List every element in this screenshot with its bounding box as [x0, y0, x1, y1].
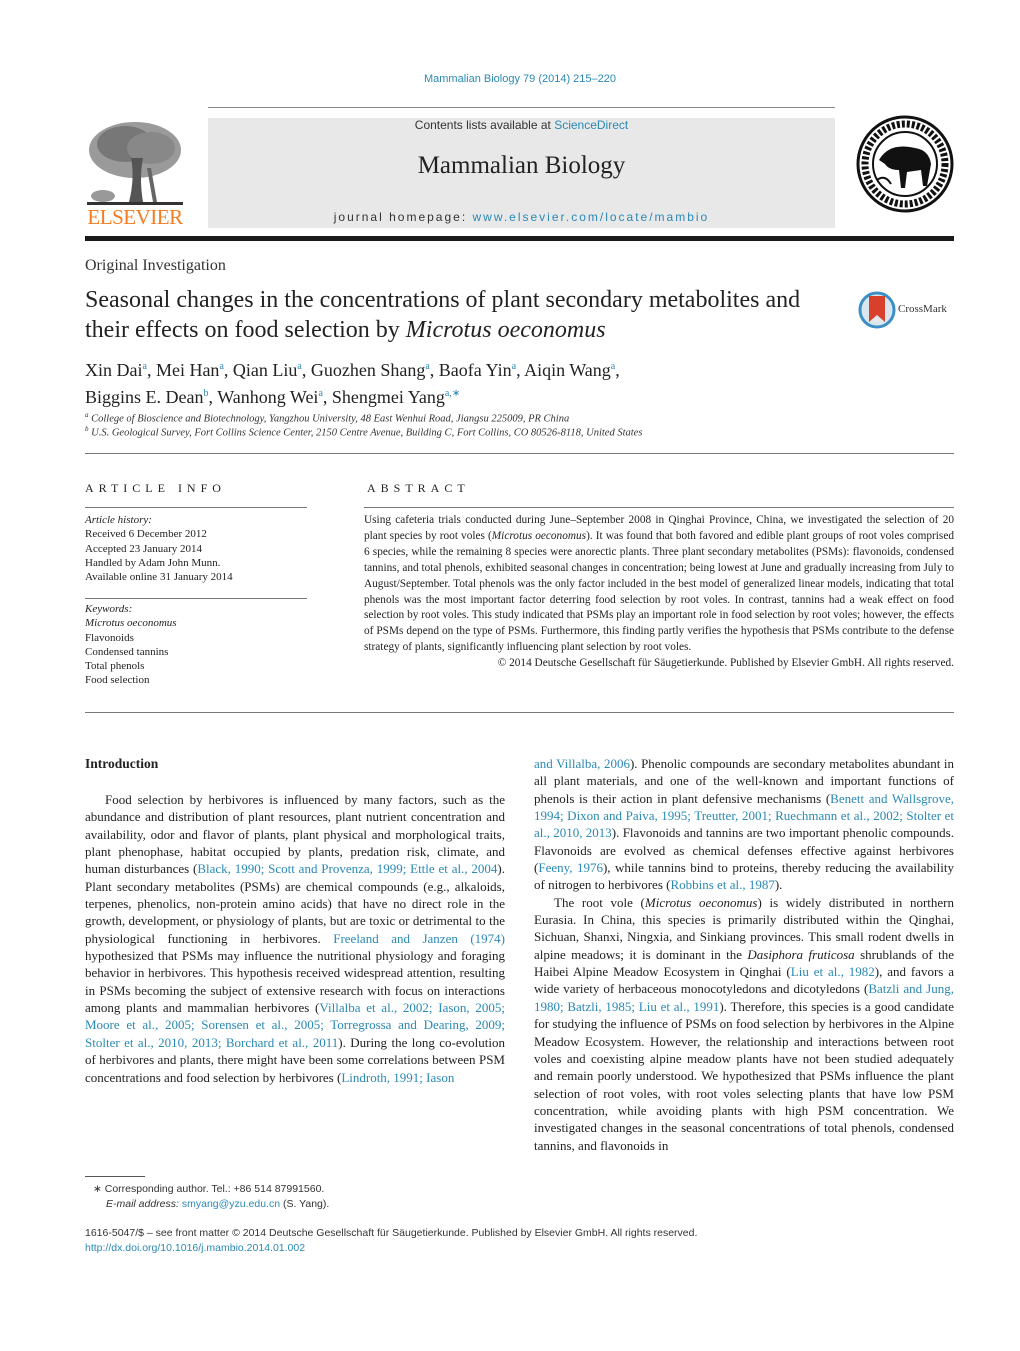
homepage-line: journal homepage: www.elsevier.com/locat…: [208, 210, 835, 224]
article-type: Original Investigation: [85, 257, 226, 274]
article-title-species: Microtus oeconomus: [405, 317, 606, 343]
intro-paragraph: The root vole (Microtus oeconomus) is wi…: [534, 894, 954, 1154]
history-item: Handled by Adam John Munn.: [85, 556, 221, 569]
affiliation-text: College of Bioscience and Biotechnology,…: [91, 413, 570, 425]
author-list: Xin Daia, Mei Hana, Qian Liua, Guozhen S…: [85, 355, 845, 409]
author-name[interactable]: Biggins E. Dean: [85, 387, 204, 407]
keywords: Keywords: Microtus oeconomus Flavonoids …: [85, 602, 310, 688]
title-divider: [85, 453, 954, 454]
journal-reference[interactable]: Mammalian Biology 79 (2014) 215–220: [0, 73, 1020, 85]
citation-link[interactable]: Robbins et al., 1987: [670, 877, 774, 892]
body-text: ).: [774, 877, 783, 893]
header-divider: [85, 236, 954, 241]
homepage-prefix: journal homepage:: [333, 210, 473, 224]
author-name[interactable]: Shengmei Yang: [332, 387, 445, 407]
elsevier-wordmark: ELSEVIER: [87, 205, 183, 229]
keyword-item: Total phenols: [85, 660, 145, 673]
author-separator: ,: [429, 360, 439, 380]
author-affiliation-mark[interactable]: a,∗: [445, 388, 460, 399]
species-name: Microtus oeconomus: [644, 894, 758, 910]
author-name[interactable]: Qian Liu: [233, 360, 298, 380]
body-text: The root vole (: [554, 894, 645, 910]
email-suffix: (S. Yang).: [280, 1198, 330, 1210]
author-separator: ,: [146, 360, 156, 380]
society-seal-icon: [855, 114, 955, 214]
homepage-link[interactable]: www.elsevier.com/locate/mambio: [473, 210, 710, 224]
article-title: Seasonal changes in the concentrations o…: [85, 285, 845, 345]
author-name[interactable]: Xin Dai: [85, 360, 143, 380]
citation-link[interactable]: Lindroth, 1991; Iason: [341, 1070, 454, 1085]
keywords-label: Keywords:: [85, 603, 133, 615]
keyword-item: Condensed tannins: [85, 645, 169, 658]
article-history: Article history: Received 6 December 201…: [85, 513, 310, 584]
affiliation-b: b U.S. Geological Survey, Fort Collins S…: [85, 425, 945, 439]
abstract-rule: [364, 507, 954, 508]
citation-link[interactable]: Freeland and Janzen (1974): [333, 931, 505, 946]
intro-right-column: and Villalba, 2006). Phenolic compounds …: [534, 755, 954, 1154]
footnote-rule: [85, 1176, 145, 1177]
keyword-item: Flavonoids: [85, 631, 134, 644]
author-separator: ,: [516, 360, 525, 380]
corresponding-author-footnote: ∗ Corresponding author. Tel.: +86 514 87…: [85, 1182, 505, 1212]
page-footer: 1616-5047/$ – see front matter © 2014 De…: [85, 1226, 955, 1256]
author-name[interactable]: Guozhen Shang: [311, 360, 425, 380]
citation-link[interactable]: Liu et al., 1982: [791, 964, 875, 979]
abstract-copyright: © 2014 Deutsche Gesellschaft für Säugeti…: [497, 657, 954, 670]
history-item: Available online 31 January 2014: [85, 571, 233, 584]
introduction-heading: Introduction: [85, 756, 159, 771]
keyword-item: Microtus oeconomus: [85, 617, 177, 630]
contents-prefix: Contents lists available at: [414, 118, 555, 132]
affiliation-key: b: [85, 425, 89, 433]
keywords-rule: [85, 598, 307, 599]
footnote-text: Corresponding author. Tel.: +86 514 8799…: [104, 1183, 325, 1195]
crossmark-icon: [858, 291, 896, 329]
body-text: ). Therefore, this species is a good can…: [534, 998, 954, 1153]
author-separator: ,: [615, 360, 620, 380]
doi-link[interactable]: http://dx.doi.org/10.1016/j.mambio.2014.…: [85, 1241, 955, 1256]
author-name[interactable]: Aiqin Wang: [524, 360, 611, 380]
author-separator: ,: [301, 360, 311, 380]
author-separator: ,: [223, 360, 233, 380]
species-name: Dasiphora fruticosa: [747, 946, 855, 962]
intro-paragraph: Food selection by herbivores is influenc…: [85, 791, 505, 1086]
crossmark-label: CrossMark: [898, 303, 947, 315]
author-name[interactable]: Wanhong Wei: [217, 387, 318, 407]
intro-left-column: Food selection by herbivores is influenc…: [85, 791, 505, 1086]
author-name[interactable]: Mei Han: [156, 360, 219, 380]
article-info-rule: [85, 507, 307, 508]
abstract-body: Using cafeteria trials conducted during …: [364, 513, 954, 672]
intro-paragraph: and Villalba, 2006). Phenolic compounds …: [534, 755, 954, 894]
issn-line: 1616-5047/$ – see front matter © 2014 De…: [85, 1227, 698, 1239]
journal-title: Mammalian Biology: [417, 152, 626, 179]
affiliation-text: U.S. Geological Survey, Fort Collins Sci…: [91, 427, 643, 439]
citation-link[interactable]: Black, 1990; Scott and Provenza, 1999; E…: [197, 861, 497, 876]
contents-line: Contents lists available at ScienceDirec…: [208, 118, 835, 132]
abstract-divider: [85, 712, 954, 713]
abstract-text: ). It was found that both favored and ed…: [364, 529, 954, 654]
citation-link[interactable]: Feeny, 1976: [538, 860, 603, 875]
abstract-species: Microtus oeconomus: [491, 529, 587, 542]
author-separator: ,: [322, 387, 332, 407]
history-item: Accepted 23 January 2014: [85, 542, 202, 555]
header-rule: [208, 107, 835, 108]
history-item: Received 6 December 2012: [85, 528, 207, 541]
citation-link[interactable]: and Villalba, 2006: [534, 756, 630, 771]
email-label: E-mail address:: [106, 1198, 182, 1210]
affiliation-key: a: [85, 411, 89, 419]
abstract-heading: ABSTRACT: [367, 481, 470, 495]
sciencedirect-link[interactable]: ScienceDirect: [554, 118, 628, 132]
affiliation-a: a College of Bioscience and Biotechnolog…: [85, 411, 945, 425]
keyword-item: Food selection: [85, 674, 150, 687]
author-separator: ,: [208, 387, 218, 407]
article-info-heading: ARTICLE INFO: [85, 481, 226, 495]
email-link[interactable]: smyang@yzu.edu.cn: [182, 1198, 280, 1210]
article-history-label: Article history:: [85, 514, 152, 526]
footnote-marker: ∗: [93, 1183, 102, 1195]
author-name[interactable]: Baofa Yin: [439, 360, 512, 380]
crossmark-button[interactable]: CrossMark: [858, 290, 958, 330]
